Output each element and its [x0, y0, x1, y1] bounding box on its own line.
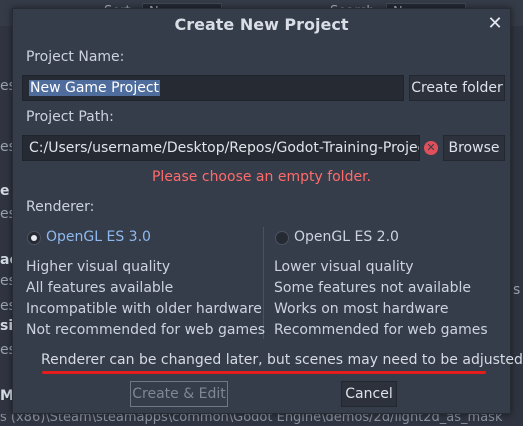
radio-gles3[interactable] [27, 231, 41, 245]
gles3-feature: Incompatible with older hardware [26, 301, 262, 317]
bg-path-text: s (x86)\Steam\steamapps\common\Godot Eng… [0, 414, 503, 425]
bg-fragment: e [0, 183, 10, 199]
close-icon[interactable]: ✕ [484, 13, 506, 35]
renderer-label: Renderer: [26, 199, 95, 215]
radio-gles3-label[interactable]: OpenGL ES 3.0 [46, 229, 151, 245]
gles2-feature: Recommended for web games [274, 322, 488, 338]
create-project-dialog: Create New Project ✕ Project Name: New G… [12, 8, 523, 414]
path-error-message: Please choose an empty folder. [151, 169, 371, 185]
bg-fragment: s [513, 282, 521, 298]
create-edit-button[interactable]: Create & Edit [130, 381, 228, 407]
cancel-button[interactable]: Cancel [341, 381, 397, 407]
project-path-input[interactable]: C:/Users/username/Desktop/Repos/Godot-Tr… [22, 135, 420, 161]
gles2-feature: Some features not available [274, 280, 472, 296]
gles3-feature: All features available [26, 280, 174, 296]
project-name-input[interactable]: New Game Project [22, 75, 404, 101]
gles2-feature: Works on most hardware [274, 301, 449, 317]
radio-gles2-label[interactable]: OpenGL ES 2.0 [294, 229, 399, 245]
dialog-title: Create New Project [174, 15, 349, 34]
project-name-label: Project Name: [26, 49, 125, 65]
project-name-value: New Game Project [29, 80, 161, 96]
create-folder-button[interactable]: Create folder [409, 75, 505, 101]
radio-gles2[interactable] [275, 231, 289, 245]
background-path-line: s (x86)\Steam\steamapps\common\Godot Eng… [0, 414, 523, 426]
annotation-underline [42, 371, 486, 374]
gles2-feature: Lower visual quality [274, 259, 414, 275]
error-icon: ✕ [424, 141, 438, 155]
browse-button[interactable]: Browse [443, 135, 505, 161]
gles3-feature: Higher visual quality [26, 259, 171, 275]
renderer-note: Renderer can be changed later, but scene… [41, 352, 523, 368]
project-path-label: Project Path: [26, 109, 114, 125]
gles3-feature: Not recommended for web games [26, 322, 266, 338]
dialog-titlebar: Create New Project ✕ [13, 9, 510, 41]
